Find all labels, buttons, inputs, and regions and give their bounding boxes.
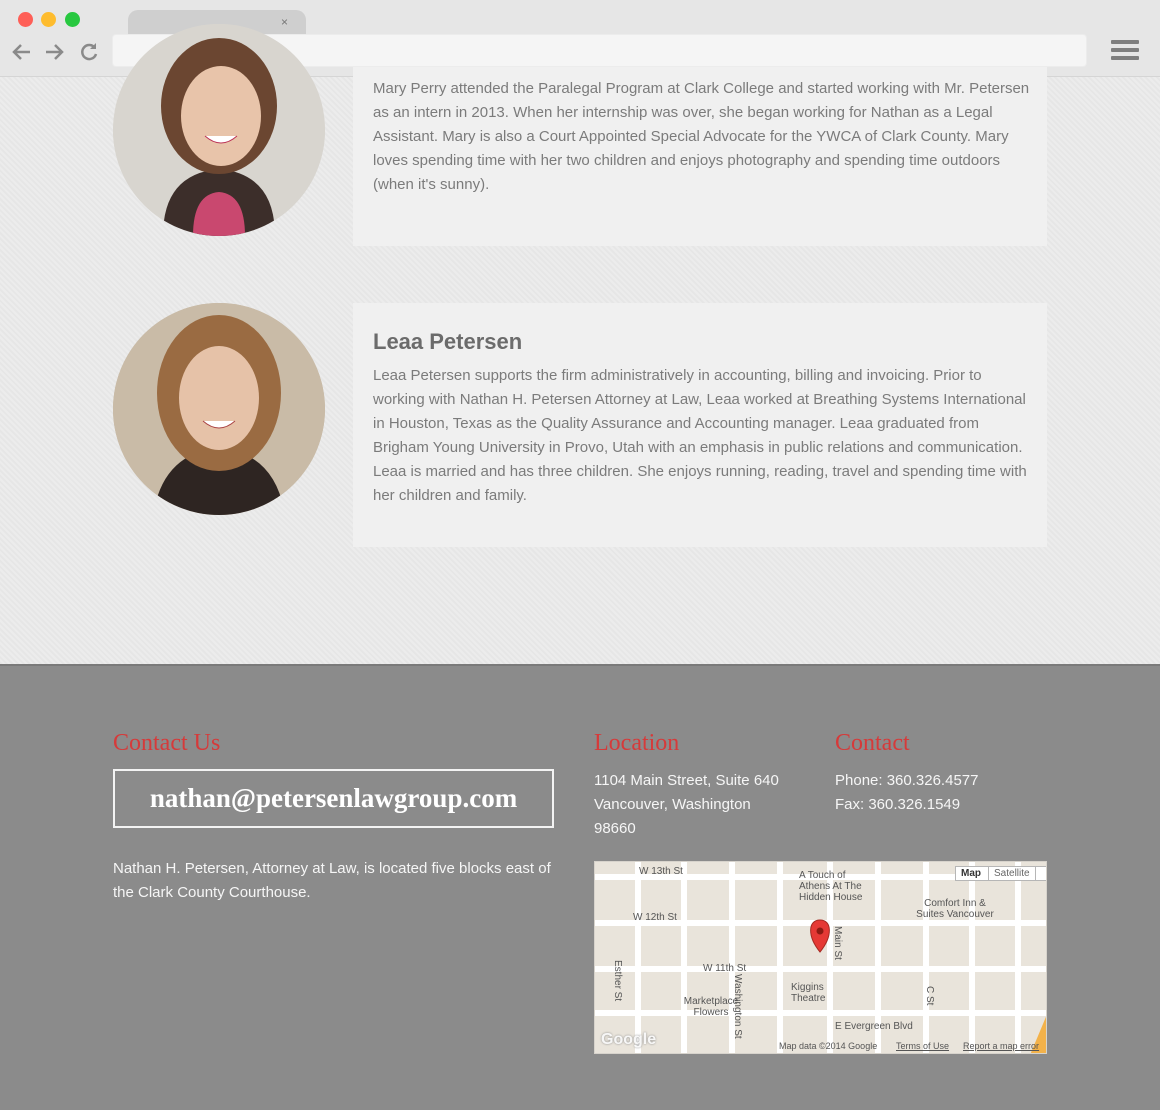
- site-footer: Contact Us nathan@petersenlawgroup.com N…: [0, 664, 1160, 1110]
- street-label: Main St: [832, 926, 843, 960]
- street-label: W 12th St: [633, 912, 677, 923]
- address-block: 1104 Main Street, Suite 640 Vancouver, W…: [594, 769, 804, 841]
- team-photo-leaa: [113, 303, 325, 515]
- office-description: Nathan H. Petersen, Attorney at Law, is …: [113, 860, 551, 901]
- team-member-name: Leaa Petersen: [373, 329, 523, 354]
- address-line: 98660: [594, 820, 636, 837]
- map-attribution: Map data ©2014 Google: [779, 1041, 878, 1051]
- team-card-mary: Mary Perry attended the Paralegal Progra…: [353, 67, 1047, 246]
- place-label: A Touch of Athens At The Hidden House: [799, 870, 863, 903]
- terms-of-use-link[interactable]: Terms of Use: [896, 1041, 949, 1051]
- maximize-window-button[interactable]: [65, 12, 80, 27]
- arrow-left-icon[interactable]: [10, 40, 34, 64]
- address-line: Vancouver, Washington: [594, 796, 751, 813]
- team-bio: Mary Perry attended the Paralegal Progra…: [373, 80, 1030, 193]
- arrow-right-icon[interactable]: [42, 40, 66, 64]
- tab-close-icon[interactable]: ×: [281, 15, 288, 29]
- contact-us-heading: Contact Us: [113, 730, 221, 756]
- street-label: C St: [924, 986, 935, 1006]
- place-label: Kiggins Theatre: [791, 982, 826, 1004]
- hamburger-menu-icon[interactable]: [1111, 40, 1139, 62]
- address-line: 1104 Main Street, Suite 640: [594, 772, 779, 789]
- reload-icon[interactable]: [77, 40, 101, 64]
- contact-heading: Contact: [835, 730, 910, 756]
- team-photo-mary: [113, 24, 325, 236]
- fax-number: Fax: 360.326.1549: [835, 796, 961, 813]
- email-link[interactable]: nathan@petersenlawgroup.com: [113, 769, 554, 828]
- phone-number: Phone: 360.326.4577: [835, 772, 979, 789]
- close-window-button[interactable]: [18, 12, 33, 27]
- street-label: E Evergreen Blvd: [835, 1021, 913, 1032]
- place-label: Comfort Inn & Suites Vancouver: [916, 898, 994, 920]
- report-map-error-link[interactable]: Report a map error: [963, 1041, 1039, 1051]
- satellite-view-button[interactable]: Satellite: [988, 866, 1036, 881]
- location-heading: Location: [594, 730, 680, 756]
- team-section: Mary Perry attended the Paralegal Progra…: [0, 24, 1160, 664]
- street-label: W 13th St: [639, 866, 683, 877]
- team-card-leaa: Leaa Petersen Leaa Petersen supports the…: [353, 303, 1047, 547]
- google-logo: Google: [601, 1031, 657, 1048]
- street-label: W 11th St: [703, 963, 747, 974]
- minimize-window-button[interactable]: [41, 12, 56, 27]
- place-label: Marketplace Flowers: [683, 996, 739, 1018]
- phone-block: Phone: 360.326.4577 Fax: 360.326.1549: [835, 769, 1047, 817]
- location-map[interactable]: W 13th St W 12th St W 11th St E Evergree…: [594, 861, 1047, 1054]
- team-bio: Leaa Petersen supports the firm administ…: [373, 367, 1027, 504]
- street-label: Esther St: [612, 960, 623, 1002]
